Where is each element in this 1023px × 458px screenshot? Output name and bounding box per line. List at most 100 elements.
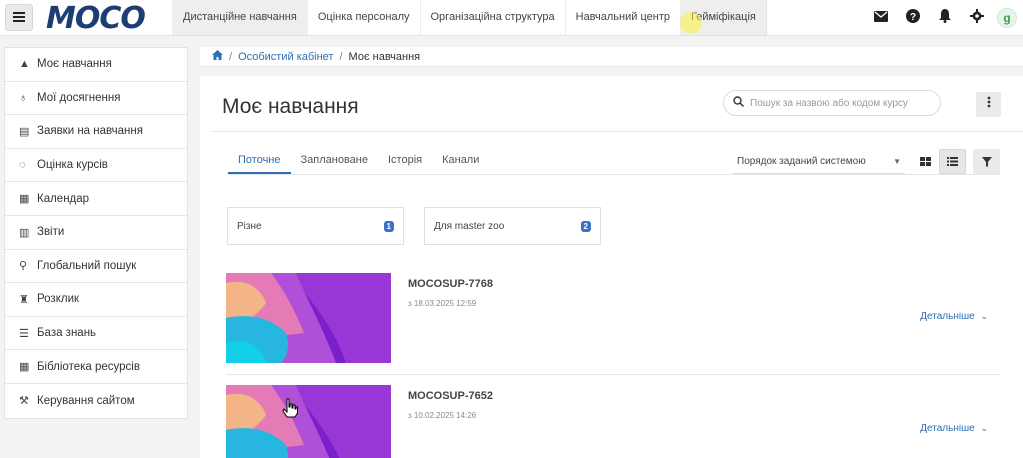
details-link[interactable]: Детальніше ⌄ bbox=[920, 423, 988, 434]
tab-current[interactable]: Поточне bbox=[228, 146, 291, 174]
sidebar-item-reports[interactable]: ▥ Звіти bbox=[5, 216, 187, 250]
course-date: з 10.02.2025 14:26 bbox=[408, 411, 477, 420]
breadcrumb-current: Моє навчання bbox=[348, 50, 421, 63]
trophy-icon: ♜ bbox=[19, 293, 29, 306]
details-label: Детальніше bbox=[920, 311, 975, 322]
sidebar-item-label: Бібліотека ресурсів bbox=[37, 360, 140, 373]
home-icon[interactable] bbox=[212, 50, 223, 63]
medal-icon: ♁ bbox=[19, 91, 28, 104]
sidebar-item-label: Глобальний пошук bbox=[37, 259, 137, 272]
breadcrumb-personal-cabinet[interactable]: Особистий кабінет bbox=[238, 51, 333, 63]
sort-select[interactable]: Порядок заданий системою ▼ bbox=[733, 150, 905, 174]
moco-logo[interactable]: MOCO bbox=[46, 1, 146, 36]
breadcrumb: / Особистий кабінет / Моє навчання bbox=[200, 47, 1023, 67]
category-count-badge: 1 bbox=[383, 220, 394, 232]
question-icon[interactable]: ? bbox=[897, 9, 929, 26]
envelope-icon[interactable] bbox=[865, 10, 897, 25]
sidebar-item-label: Розклик bbox=[37, 293, 80, 306]
nav-item-training-center[interactable]: Навчальний центр bbox=[564, 0, 680, 35]
tab-planned[interactable]: Заплановане bbox=[291, 146, 378, 174]
grid-view-button[interactable] bbox=[912, 149, 939, 174]
graduation-cap-icon: ▲ bbox=[19, 58, 30, 71]
tab-channels[interactable]: Канали bbox=[432, 146, 489, 174]
gear-icon[interactable] bbox=[961, 9, 993, 26]
sidebar-item-label: Звіти bbox=[37, 226, 65, 239]
sort-select-value: Порядок заданий системою bbox=[737, 156, 866, 167]
sidebar-item-knowledge-base[interactable]: ☰ База знань bbox=[5, 317, 187, 351]
sidebar-item-calendar[interactable]: ▦ Календар bbox=[5, 182, 187, 216]
sidebar-item-course-rating[interactable]: ◌ Оцінка курсів bbox=[5, 149, 187, 183]
cursor-highlight bbox=[680, 12, 702, 34]
search-placeholder: Пошук за назвою або кодом курсу bbox=[750, 97, 908, 109]
svg-text:?: ? bbox=[910, 12, 916, 23]
divider bbox=[212, 131, 1023, 132]
course-item: MOCOSUP-7652 з 10.02.2025 14:26 Детальні… bbox=[226, 385, 1000, 458]
grid-view-icon bbox=[920, 157, 931, 166]
breadcrumb-separator: / bbox=[229, 50, 233, 63]
search-input[interactable]: Пошук за назвою або кодом курсу bbox=[723, 90, 941, 116]
learning-tabs: Поточне Заплановане Історія Канали bbox=[228, 146, 489, 174]
page-title: Моє навчання bbox=[222, 95, 359, 118]
course-thumbnail[interactable] bbox=[226, 273, 391, 363]
tabs-divider bbox=[228, 174, 1000, 175]
nav-item-personnel-assessment[interactable]: Оцінка персоналу bbox=[306, 0, 420, 35]
breadcrumb-separator: / bbox=[339, 50, 343, 63]
table-icon: ▦ bbox=[19, 361, 30, 374]
sidebar-item-label: Заявки на навчання bbox=[37, 125, 143, 138]
search-icon: ⚲ bbox=[19, 260, 28, 273]
bar-chart-icon: ▥ bbox=[19, 226, 30, 239]
top-icons: ? g bbox=[865, 0, 1023, 35]
sidebar-item-label: Мої досягнення bbox=[37, 91, 121, 104]
filter-icon bbox=[981, 156, 992, 167]
main-panel: Моє навчання Пошук за назвою або кодом к… bbox=[200, 76, 1023, 458]
course-title[interactable]: MOCOSUP-7768 bbox=[408, 278, 493, 290]
hand-cursor-icon bbox=[282, 398, 298, 423]
sidebar-item-resource-library[interactable]: ▦ Бібліотека ресурсів bbox=[5, 350, 187, 384]
divider bbox=[226, 374, 1000, 375]
kebab-icon bbox=[987, 96, 990, 108]
sidebar-item-label: Календар bbox=[37, 192, 90, 205]
bell-icon[interactable] bbox=[929, 9, 961, 26]
sidebar-item-training-requests[interactable]: ▤ Заявки на навчання bbox=[5, 115, 187, 149]
list-view-button[interactable] bbox=[939, 149, 966, 174]
sidebar-item-label: База знань bbox=[37, 327, 97, 340]
course-title[interactable]: MOCOSUP-7652 bbox=[408, 390, 493, 402]
comment-icon: ◌ bbox=[19, 159, 26, 172]
category-card[interactable]: Різне 1 bbox=[227, 207, 404, 245]
list-view-icon bbox=[947, 157, 958, 166]
sidebar: ▲ Моє навчання ♁ Мої досягнення ▤ Заявки на… bbox=[4, 47, 188, 419]
sidebar-item-label: Моє навчання bbox=[37, 58, 112, 71]
nav-item-org-structure[interactable]: Організаційна структура bbox=[419, 0, 565, 35]
details-link[interactable]: Детальніше ⌄ bbox=[920, 311, 988, 322]
course-thumbnail[interactable] bbox=[226, 385, 391, 458]
details-label: Детальніше bbox=[920, 423, 975, 434]
wrench-icon: ⚒ bbox=[19, 395, 29, 408]
sidebar-item-global-search[interactable]: ⚲ Глобальний пошук bbox=[5, 250, 187, 284]
calendar-icon: ▦ bbox=[19, 193, 30, 206]
search-icon bbox=[733, 96, 745, 110]
sidebar-item-rozklyk[interactable]: ♜ Розклик bbox=[5, 283, 187, 317]
user-avatar-icon[interactable]: g bbox=[997, 7, 1017, 28]
tab-history[interactable]: Історія bbox=[378, 146, 432, 174]
nav-item-distance-learning[interactable]: Дистанційне навчання bbox=[172, 0, 307, 35]
more-options-button[interactable] bbox=[976, 92, 1001, 117]
course-item: MOCOSUP-7768 з 18.03.2025 12:59 Детальні… bbox=[226, 273, 1000, 365]
category-label: Різне bbox=[237, 220, 262, 232]
chevron-down-icon: ▼ bbox=[893, 157, 901, 166]
sidebar-item-label: Керування сайтом bbox=[37, 394, 135, 407]
sidebar-item-label: Оцінка курсів bbox=[37, 159, 108, 172]
category-count-badge: 2 bbox=[580, 220, 591, 232]
category-label: Для master zoo bbox=[434, 220, 505, 232]
main-nav: Дистанційне навчання Оцінка персоналу Ор… bbox=[172, 0, 767, 35]
clipboard-icon: ▤ bbox=[19, 125, 30, 138]
sidebar-item-site-administration[interactable]: ⚒ Керування сайтом bbox=[5, 384, 187, 418]
sidebar-item-my-learning[interactable]: ▲ Моє навчання bbox=[5, 48, 187, 82]
sidebar-item-achievements[interactable]: ♁ Мої досягнення bbox=[5, 82, 187, 116]
book-icon: ☰ bbox=[19, 327, 29, 340]
category-card[interactable]: Для master zoo 2 bbox=[424, 207, 601, 245]
filter-button[interactable] bbox=[973, 149, 1000, 174]
top-navbar: MOCO Дистанційне навчання Оцінка персона… bbox=[0, 0, 1023, 36]
hamburger-menu-button[interactable] bbox=[5, 4, 33, 31]
hamburger-icon bbox=[13, 11, 25, 25]
chevron-down-icon: ⌄ bbox=[980, 423, 988, 433]
